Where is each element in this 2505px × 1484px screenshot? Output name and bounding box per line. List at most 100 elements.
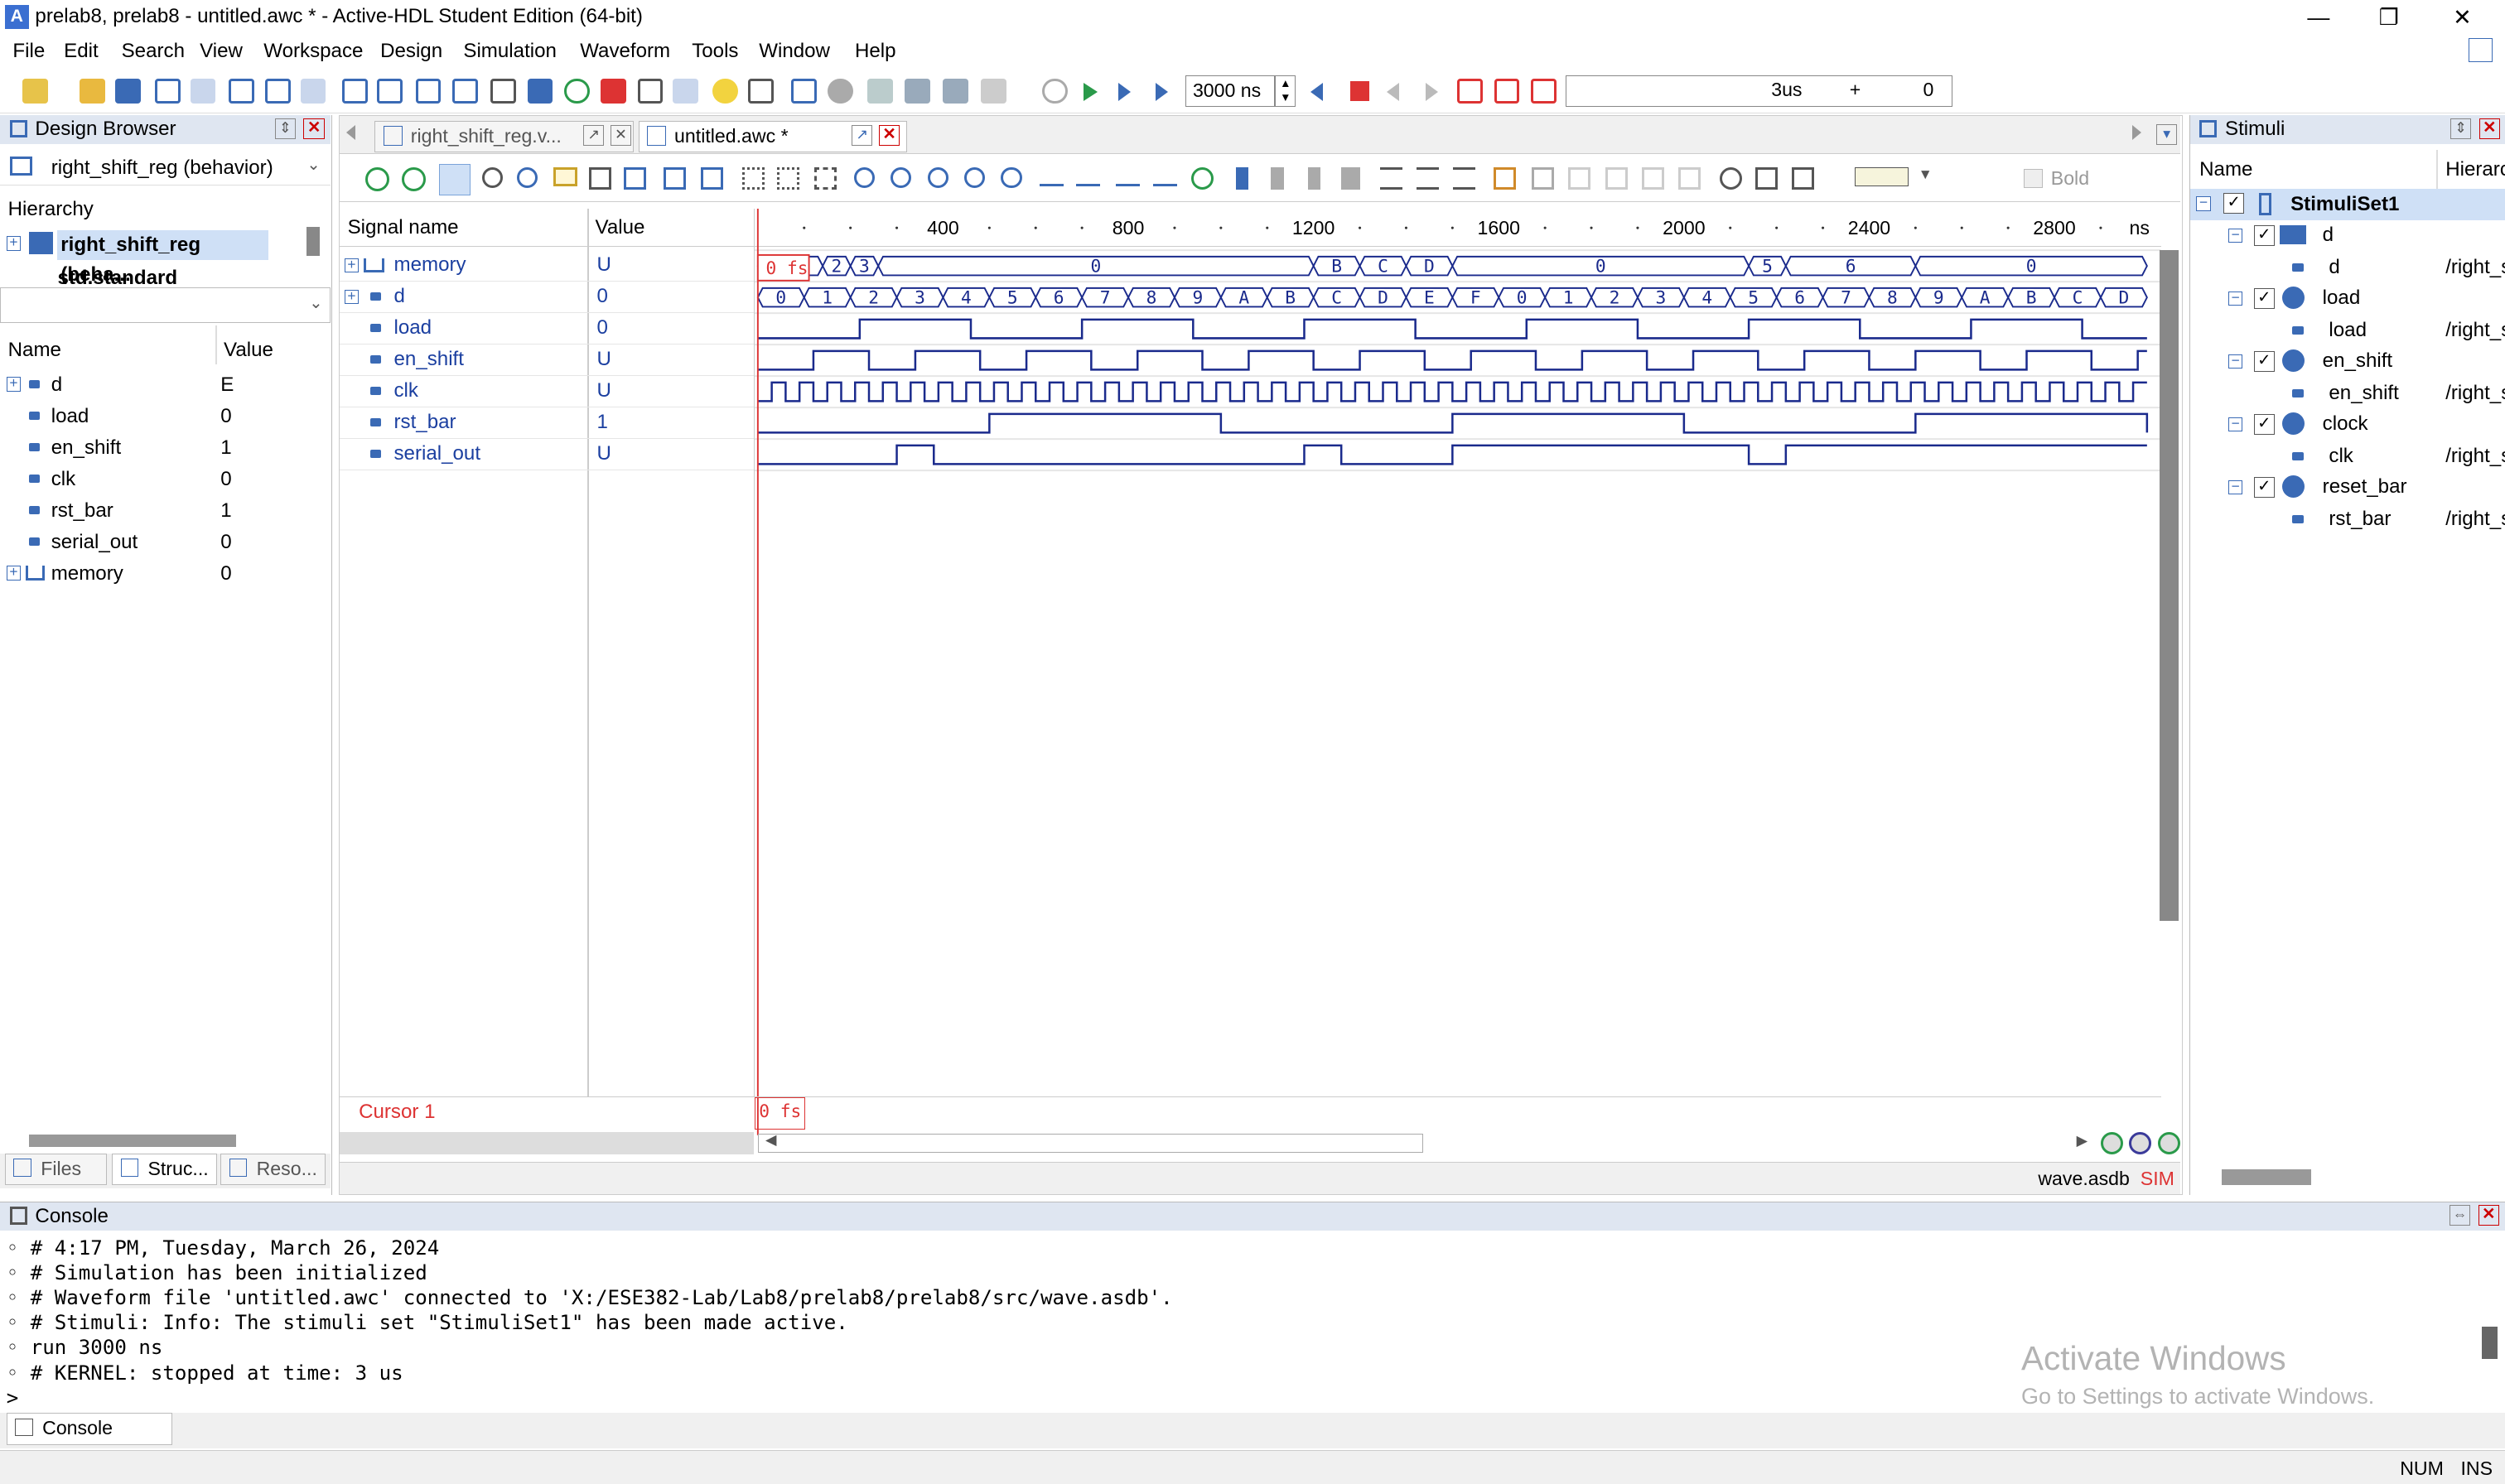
hierarchy-icon[interactable] [190,78,216,104]
wave-signal-row[interactable]: en_shift U [339,344,754,376]
collapse-rows-icon[interactable] [1453,166,1476,190]
window-icon[interactable] [155,78,181,104]
bus-icon[interactable] [664,166,687,190]
console-scrollbar[interactable] [2481,1326,2498,1359]
menu-workspace[interactable]: Workspace [263,40,363,63]
rewind-icon[interactable] [1310,83,1323,102]
stop-sim-icon[interactable] [1349,81,1370,101]
stimulus-checkbox[interactable]: ✓ [2253,350,2275,372]
stimuli-set-checkbox[interactable]: ✓ [2223,193,2245,214]
breakpoint-icon[interactable] [1457,78,1484,104]
step-back-icon[interactable] [1387,83,1400,102]
nav-prev-icon[interactable] [2100,1131,2123,1154]
step-icon[interactable] [867,78,894,104]
wave-vertical-scrollbar[interactable] [2159,249,2179,922]
save-icon[interactable] [114,78,141,104]
prev-transition-icon[interactable] [1116,170,1141,186]
refresh-icon[interactable] [563,78,590,104]
color-swatch[interactable] [1854,166,1909,186]
compile-icon[interactable] [341,78,368,104]
run-icon[interactable] [1083,83,1098,102]
wave-signal-row[interactable]: load 0 [339,313,754,344]
refresh-icon[interactable] [364,166,389,191]
export-icon[interactable] [1641,166,1664,190]
compare-icon[interactable] [1568,166,1591,190]
console-pin-icon[interactable]: ⇔ [2449,1205,2471,1226]
script-icon[interactable] [451,78,478,104]
waveform-canvas[interactable]: 40080012001600200024002800nsU230BCD05600… [755,208,2161,1135]
breakpoint-clear-icon[interactable] [1530,78,1557,104]
tab-scroll-left-icon[interactable] [346,125,355,141]
stimuli-close-icon[interactable]: ✕ [2478,118,2500,139]
filter-dropdown[interactable]: ⌄ [0,287,331,323]
db-signal-row[interactable]: en_shift 1 [0,432,331,464]
print-icon[interactable] [1792,166,1815,190]
stimuli-item[interactable]: − ✓ load load /right_s [2190,283,2505,347]
close-button[interactable]: ✕ [2425,0,2499,35]
wave-signal-row[interactable]: + memory U [339,250,754,282]
lightbulb-icon[interactable] [712,78,739,104]
tab-right-shift-reg[interactable]: right_shift_reg.v... ↗ ✕ [374,120,634,153]
stimuli-horizontal-scrollbar[interactable] [2222,1168,2312,1186]
zoom-out-icon[interactable] [891,166,912,188]
zoom-fit-icon[interactable] [927,166,948,188]
stimulus-icon[interactable] [624,166,647,190]
menu-help[interactable]: Help [855,40,896,63]
chevron-down-icon[interactable]: ⌄ [306,155,320,175]
filter-chevron-icon[interactable]: ⌄ [309,293,322,313]
color-dropdown-icon[interactable]: ▼ [1919,166,1933,183]
wave-signal-row[interactable]: clk U [339,376,754,407]
db-signal-row[interactable]: rst_bar 1 [0,495,331,527]
collapse-icon[interactable]: − [2227,227,2243,243]
collapse-icon[interactable]: − [2227,290,2243,306]
layout-icon[interactable] [2469,38,2493,63]
tab-float-icon[interactable]: ↗ [583,124,605,146]
scroll-right-icon[interactable]: ▶ [2077,1132,2088,1149]
stimuli-item[interactable]: − ✓ reset_bar rst_bar /right_s [2190,472,2505,536]
next-edge-icon[interactable] [1076,170,1101,186]
stimulus-checkbox[interactable]: ✓ [2253,413,2275,435]
menu-search[interactable]: Search [122,40,185,63]
wave-signal-row[interactable]: + d 0 [339,282,754,313]
search-icon[interactable] [517,166,538,188]
restart-icon[interactable] [1041,78,1068,104]
prev-edge-icon[interactable] [1039,170,1064,186]
stimulus-checkbox[interactable]: ✓ [2253,476,2275,498]
stop-icon[interactable] [828,78,854,104]
design-icon[interactable] [265,78,292,104]
wave-signal-row[interactable]: rst_bar 1 [339,407,754,439]
menu-simulation[interactable]: Simulation [463,40,557,63]
stimuli-item[interactable]: − ✓ en_shift en_shift /right_s [2190,346,2505,410]
new-wizard-icon[interactable] [22,78,48,104]
layers-icon[interactable] [527,78,553,104]
clear-bookmarks-icon[interactable] [1341,166,1361,190]
collapse-icon[interactable]: − [2227,353,2243,369]
compile-all-icon[interactable] [377,78,403,104]
bold-checkbox[interactable] [2023,168,2044,188]
tab-float-icon[interactable]: ↗ [852,124,873,146]
select-pointer-icon[interactable] [438,163,471,196]
tab-console[interactable]: Console [6,1413,173,1445]
step-forward-icon[interactable] [1425,83,1438,102]
db-signal-row[interactable]: clk 0 [0,464,331,495]
open-folder-icon[interactable] [80,78,106,104]
stimuli-set-row[interactable]: − ✓ StimuliSet1 [2189,188,2505,221]
tab-list-icon[interactable]: ▾ [2156,123,2178,145]
grid-icon[interactable] [777,166,800,190]
menu-waveform[interactable]: Waveform [580,40,670,63]
compile-design-icon[interactable] [790,78,817,104]
bookmark-icon[interactable] [1236,166,1249,190]
scroll-left-icon[interactable]: ◀ [765,1131,776,1149]
stimulus-checkbox[interactable]: ✓ [2253,224,2275,247]
collapse-icon[interactable]: − [2227,416,2243,432]
list-icon[interactable] [747,78,774,104]
maximize-button[interactable]: ❐ [2352,0,2425,35]
measure-icon[interactable] [1531,166,1554,190]
zoom-icon[interactable] [481,166,503,188]
menu-file[interactable]: File [12,40,45,63]
palette-icon[interactable] [1493,166,1516,190]
menu-edit[interactable]: Edit [64,40,99,63]
zoom-range-icon[interactable] [964,166,986,188]
follow-icon[interactable] [1191,166,1214,190]
warning-icon[interactable] [601,78,627,104]
